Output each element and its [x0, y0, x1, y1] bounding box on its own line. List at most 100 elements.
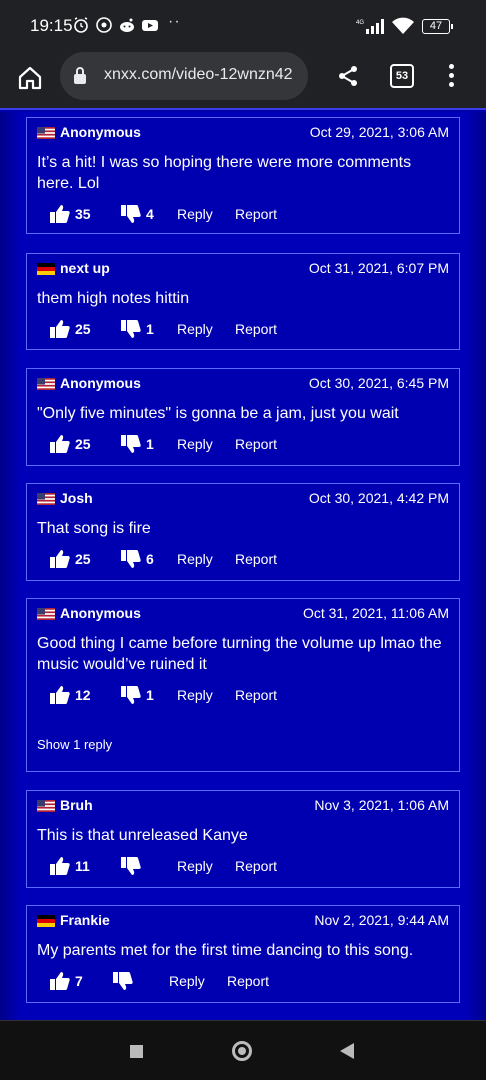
show-replies-link[interactable]: Show 1 reply	[37, 737, 112, 752]
comment-card: next up Oct 31, 2021, 6:07 PM them high no…	[26, 253, 460, 350]
reply-link[interactable]: Reply	[177, 436, 213, 452]
home-nav-button[interactable]	[232, 1041, 252, 1061]
comment-header: Anonymous Oct 31, 2021, 11:06 AM	[27, 599, 459, 629]
comment-actions: 25 6 Reply Report	[27, 539, 459, 583]
comment-author: Anonymous	[60, 605, 141, 621]
like-button-icon[interactable]	[49, 684, 71, 706]
address-bar: xnxx.com/video-12wnzn42 53	[0, 52, 486, 108]
comment-card: Josh Oct 30, 2021, 4:42 PM That song is fi…	[26, 483, 460, 581]
dislike-button-icon[interactable]	[120, 433, 142, 455]
comment-date: Oct 30, 2021, 6:45 PM	[308, 375, 449, 391]
dislike-button-icon[interactable]	[112, 970, 134, 992]
reply-link[interactable]: Reply	[177, 858, 213, 874]
dislike-count: 4	[146, 206, 154, 222]
comment-date: Nov 3, 2021, 1:06 AM	[314, 797, 449, 813]
comment-date: Oct 30, 2021, 4:42 PM	[308, 490, 449, 506]
report-link[interactable]: Report	[235, 858, 277, 874]
comments-list: Anonymous Oct 29, 2021, 3:06 AM It’s a hit…	[0, 112, 486, 1020]
report-link[interactable]: Report	[235, 687, 277, 703]
comment-header: Bruh Nov 3, 2021, 1:06 AM	[27, 791, 459, 821]
comment-date: Oct 31, 2021, 11:06 AM	[302, 605, 449, 621]
more-notifications-icon: ··	[168, 13, 181, 30]
report-link[interactable]: Report	[227, 973, 269, 989]
comment-author: Anonymous	[60, 375, 141, 391]
dislike-count: 1	[146, 687, 154, 703]
comment-card: Anonymous Oct 30, 2021, 6:45 PM "Only five…	[26, 368, 460, 466]
comment-text: It’s a hit! I was so hoping there were m…	[37, 154, 412, 192]
lock-icon[interactable]	[72, 66, 88, 86]
comment-text: This is that unreleased Kanye	[37, 827, 248, 844]
tab-switcher-button[interactable]: 53	[390, 64, 414, 88]
comment-actions: 35 4 Reply Report	[27, 194, 459, 238]
back-button[interactable]	[340, 1043, 354, 1059]
recents-button[interactable]	[130, 1045, 143, 1058]
comment-header: Josh Oct 30, 2021, 4:42 PM	[27, 484, 459, 514]
dislike-button-icon[interactable]	[120, 203, 142, 225]
report-link[interactable]: Report	[235, 436, 277, 452]
share-button[interactable]	[336, 64, 360, 88]
comment-author: Bruh	[60, 797, 93, 813]
reply-link[interactable]: Reply	[177, 687, 213, 703]
system-nav-bar	[0, 1020, 486, 1080]
comment-actions: 25 1 Reply Report	[27, 424, 459, 468]
comment-card: Anonymous Oct 31, 2021, 11:06 AM Good thin…	[26, 598, 460, 772]
app-notification-icon	[95, 16, 113, 34]
like-button-icon[interactable]	[49, 433, 71, 455]
like-button-icon[interactable]	[49, 970, 71, 992]
dislike-button-icon[interactable]	[120, 318, 142, 340]
like-count: 11	[75, 858, 90, 874]
like-button-icon[interactable]	[49, 318, 71, 340]
reply-link[interactable]: Reply	[177, 206, 213, 222]
comment-actions: 25 1 Reply Report	[27, 309, 459, 353]
reply-link[interactable]: Reply	[169, 973, 205, 989]
like-count: 35	[75, 206, 91, 222]
alarm-icon	[72, 16, 90, 34]
comment-date: Oct 31, 2021, 6:07 PM	[308, 260, 449, 276]
report-link[interactable]: Report	[235, 551, 277, 567]
comment-header: Frankie Nov 2, 2021, 9:44 AM	[27, 906, 459, 936]
like-count: 12	[75, 687, 91, 703]
comment-text: My parents met for the first time dancin…	[37, 942, 414, 959]
dislike-button-icon[interactable]	[120, 855, 142, 877]
comment-card: Anonymous Oct 29, 2021, 3:06 AM It’s a hit…	[26, 117, 460, 234]
like-count: 25	[75, 436, 91, 452]
comment-header: next up Oct 31, 2021, 6:07 PM	[27, 254, 459, 284]
url-input[interactable]: xnxx.com/video-12wnzn42	[60, 52, 308, 100]
like-button-icon[interactable]	[49, 855, 71, 877]
youtube-icon	[141, 16, 159, 34]
reply-link[interactable]: Reply	[177, 321, 213, 337]
report-link[interactable]: Report	[235, 321, 277, 337]
battery-icon: 47	[422, 19, 453, 34]
report-link[interactable]: Report	[235, 206, 277, 222]
comment-text: "Only five minutes" is gonna be a jam, j…	[37, 405, 399, 422]
reply-link[interactable]: Reply	[177, 551, 213, 567]
comment-author: Anonymous	[60, 124, 141, 140]
status-bar: 19:15 ·· 4G 47	[0, 0, 486, 52]
overflow-menu-icon[interactable]	[446, 62, 456, 90]
url-text[interactable]: xnxx.com/video-12wnzn42	[104, 66, 293, 84]
dislike-button-icon[interactable]	[120, 548, 142, 570]
comment-date: Oct 29, 2021, 3:06 AM	[309, 124, 449, 140]
comment-text: them high notes hittin	[37, 290, 190, 307]
comment-author: next up	[60, 260, 110, 276]
comment-header: Anonymous Oct 30, 2021, 6:45 PM	[27, 369, 459, 399]
comment-card: Frankie Nov 2, 2021, 9:44 AM My parents me…	[26, 905, 460, 1003]
like-button-icon[interactable]	[49, 548, 71, 570]
home-button[interactable]	[16, 64, 44, 92]
dislike-button-icon[interactable]	[120, 684, 142, 706]
wifi-icon	[391, 17, 415, 35]
comment-text: Good thing I came before turning the vol…	[37, 635, 442, 673]
like-count: 25	[75, 321, 91, 337]
like-count: 7	[75, 973, 83, 989]
like-button-icon[interactable]	[49, 203, 71, 225]
comment-text: That song is fire	[37, 520, 151, 537]
comment-actions: 7 Reply Report	[27, 961, 459, 1005]
dislike-count: 1	[146, 321, 154, 337]
dislike-count: 6	[146, 551, 154, 567]
dislike-count: 1	[146, 436, 154, 452]
network-type: 4G	[356, 20, 364, 26]
comment-date: Nov 2, 2021, 9:44 AM	[314, 912, 449, 928]
battery-level: 47	[429, 20, 443, 32]
comment-author: Josh	[60, 490, 93, 506]
browser-chrome: 19:15 ·· 4G 47 xnxx.com/video-12wnzn42 5…	[0, 0, 486, 110]
